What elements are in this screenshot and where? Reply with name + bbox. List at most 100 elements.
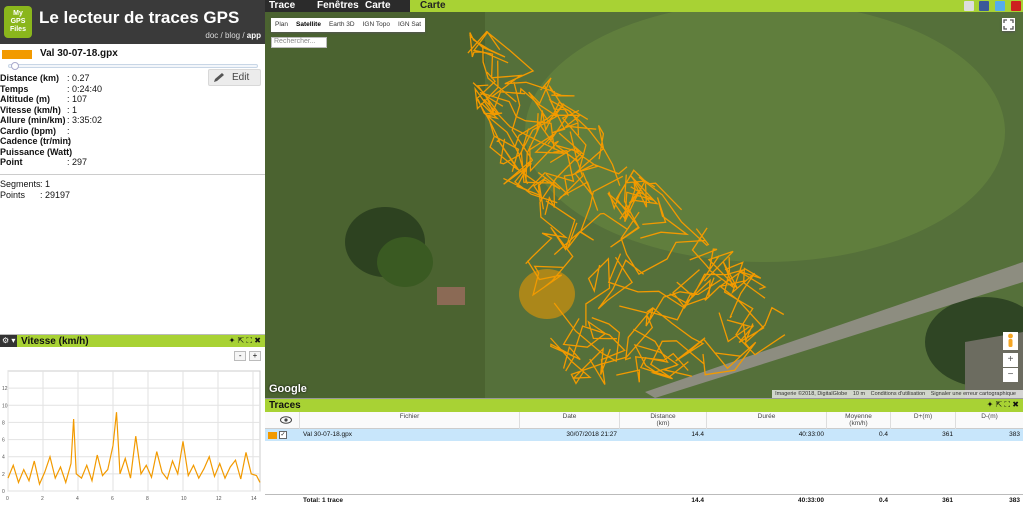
pin-icon[interactable]: ✦ [229,336,236,345]
gps-track-overlay [467,30,786,385]
y-tick-label: 4 [2,455,5,461]
traces-panel: Traces ✦ ⇱ ⛶ ✖ Fichier Date Distance (km… [265,398,1023,507]
popout-icon[interactable]: ⇱ [996,400,1003,409]
column-header-dplus[interactable]: D+(m) [891,412,956,429]
points-label: Points [0,190,26,200]
x-tick-label: 6 [111,496,114,502]
track-color-swatch[interactable] [2,50,32,59]
column-header-dminus[interactable]: D-(m) [956,412,1023,429]
table-footer: Total: 1 trace 14.4 40:33:00 0.4 361 383 [265,494,1023,506]
eye-icon [280,416,292,424]
panel-menu-icon[interactable]: ⚙ ▾ [0,335,17,347]
speed-panel-title: Vitesse (km/h) [21,336,89,347]
stat-row: Cardio (bpm): [0,126,200,137]
slider-handle[interactable] [11,62,19,70]
close-icon[interactable]: ✖ [1012,400,1019,409]
stat-row: Distance (km): 0.27 [0,73,200,84]
google-logo: Google [269,383,307,395]
edit-button[interactable]: Edit [208,69,261,86]
stat-value: : 3:35:02 [67,115,103,125]
y-tick-label: 6 [2,438,5,444]
stat-label: Point [0,157,23,167]
imagery-credit: Imagerie ©2018, DigitalGlobe [775,391,848,397]
speed-panel: ⚙ ▾ Vitesse (km/h) ✦ ⇱ ⛶ ✖ - + 0 2 4 6 8 10 12… [0,334,265,507]
speed-chart[interactable]: 0 2 4 6 8 10 12 0 2 4 6 8 10 12 14 [0,349,265,507]
dense-track-cluster [519,269,575,319]
street-view-pegman-icon[interactable] [1003,332,1018,350]
stat-row: Puissance (Watt): [0,147,200,158]
y-tick-label: 2 [2,472,5,478]
logo-line: My [13,10,23,17]
popout-icon[interactable]: ⇱ [238,336,245,345]
cell-date: 30/07/2018 21:27 [566,431,617,438]
report-error-link[interactable]: Signaler une erreur cartographique [931,391,1016,397]
logo-line: GPS [10,18,26,25]
stat-row: Vitesse (km/h): 1 [0,105,200,116]
map-attribution: Imagerie ©2018, DigitalGlobe 10 m Condit… [772,390,1023,398]
pin-icon[interactable]: ✦ [987,400,994,409]
blog-link[interactable]: blog [225,31,240,40]
twitter-icon[interactable] [995,1,1006,11]
youtube-icon[interactable] [1011,1,1021,11]
cell-file: Val 30-07-18.gpx [303,431,353,438]
table-header: Fichier Date Distance (km) Durée Moyenne… [265,412,1023,429]
column-header-duree[interactable]: Durée [707,412,827,429]
track-visible-checkbox[interactable]: ✓ [279,431,287,439]
track-color-swatch [268,432,277,439]
app-title: Le lecteur de traces GPS [39,8,240,27]
y-tick-label: 12 [2,386,8,392]
facebook-icon[interactable] [979,1,990,11]
mail-icon[interactable] [963,1,974,11]
map-layer-ign-sat[interactable]: IGN Sat [394,18,425,32]
points-row: Points : 29197 [0,190,120,201]
map-view[interactable]: Plan Satellite Earth 3D IGN Topo IGN Sat Rec… [265,12,1023,398]
terms-link[interactable]: Conditions d'utilisation [871,391,926,397]
total-dminus: 383 [1009,497,1020,504]
panel-controls: ✦ ⇱ ⛶ ✖ [987,400,1019,410]
stat-value: : [67,146,70,157]
doc-link[interactable]: doc [205,31,218,40]
map-zoom-out-button[interactable]: − [1003,368,1018,382]
maximize-icon[interactable]: ⛶ [246,336,252,345]
column-header-distance[interactable]: Distance (km) [620,412,707,429]
close-icon[interactable]: ✖ [254,336,261,345]
column-header-date[interactable]: Date [520,412,620,429]
maximize-icon[interactable]: ⛶ [1004,400,1010,409]
track-position-slider[interactable] [8,62,258,70]
map-layer-ign-topo[interactable]: IGN Topo [359,18,394,32]
x-tick-label: 14 [251,496,257,502]
app-logo[interactable]: My GPS Files [4,6,32,38]
menu-carte[interactable]: Carte [365,0,391,12]
segments-label: Segments [0,179,41,189]
visibility-column-header[interactable] [265,412,300,429]
fullscreen-icon[interactable] [1002,18,1015,31]
stat-label: Puissance (Watt) [0,146,73,157]
app-root: My GPS Files Le lecteur de traces GPS do… [0,0,1023,507]
menu-trace[interactable]: Trace [269,0,295,12]
menu-fenetres[interactable]: Fenêtres [317,0,359,12]
x-tick-label: 0 [6,496,9,502]
total-duration: 40:33:00 [797,497,824,504]
app-link[interactable]: app [247,31,261,40]
column-header-moyenne[interactable]: Moyenne (km/h) [827,412,891,429]
total-mean: 0.4 [878,497,888,504]
stat-value: : 1 [67,104,78,115]
divider [0,174,265,175]
map-layer-satellite[interactable]: Satellite [292,18,325,32]
edit-label: Edit [232,72,250,83]
points-value: : 29197 [40,190,71,200]
map-zoom-in-button[interactable]: + [1003,353,1018,367]
map-layer-earth-3d[interactable]: Earth 3D [325,18,359,32]
map-search-input[interactable]: Rechercher... [271,37,327,48]
cell-distance: 14.4 [691,431,704,438]
plot-area [7,370,261,492]
map-layer-plan[interactable]: Plan [271,18,292,32]
table-row[interactable]: ✓ Val 30-07-18.gpx 30/07/2018 21:27 14.4… [265,429,1023,441]
tab-carte[interactable]: Carte [420,0,446,12]
stat-label: Altitude (m) [0,94,50,104]
menu-bar: Trace Fenêtres Carte [265,0,410,12]
scale-label: 10 m [852,391,866,397]
total-label: Total: 1 trace [303,497,343,504]
track-name: Val 30-07-18.gpx [40,48,118,59]
column-header-fichier[interactable]: Fichier [300,412,520,429]
